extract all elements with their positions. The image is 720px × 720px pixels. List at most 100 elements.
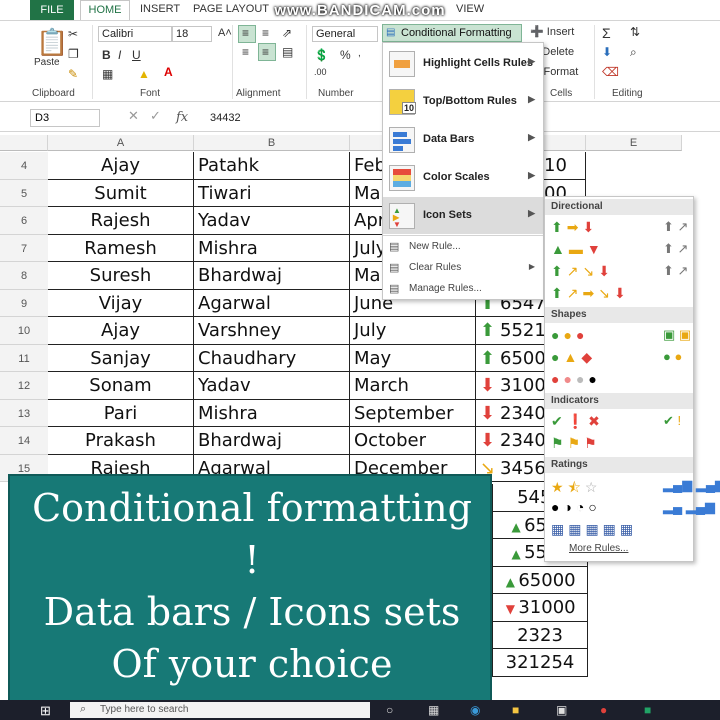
- font-size-select[interactable]: 18: [172, 26, 212, 42]
- cell-b[interactable]: Patahk: [194, 152, 350, 180]
- italic-icon[interactable]: I: [118, 48, 121, 62]
- font-name-select[interactable]: Calibri: [98, 26, 172, 42]
- cell-a[interactable]: Prakash: [48, 427, 194, 455]
- task-view-icon[interactable]: ○: [386, 703, 393, 717]
- cell-d-lower[interactable]: ▲ 65000: [492, 566, 588, 594]
- cell-a[interactable]: Ramesh: [48, 234, 194, 262]
- icon-set-5-boxes[interactable]: ▦▦▦▦▦: [551, 521, 637, 538]
- cut-icon[interactable]: ✂: [68, 27, 78, 41]
- autosum-icon[interactable]: Σ: [602, 25, 611, 41]
- icon-set-5-gray-arrows[interactable]: ⬆ ↗: [663, 263, 688, 279]
- align-center-icon[interactable]: ≡: [262, 45, 269, 59]
- tab-insert[interactable]: INSERT: [140, 3, 180, 15]
- cell-b[interactable]: Yadav: [194, 372, 350, 400]
- fill-color-icon[interactable]: ▲: [138, 67, 150, 81]
- cell-a[interactable]: Rajesh: [48, 207, 194, 235]
- cell-a[interactable]: Sumit: [48, 179, 194, 207]
- currency-icon[interactable]: 💲: [314, 48, 329, 62]
- cell-a[interactable]: Sanjay: [48, 344, 194, 372]
- cell-c[interactable]: March: [350, 372, 476, 400]
- insert-cells-button[interactable]: ➕ Insert: [530, 25, 574, 38]
- copy-icon[interactable]: ❐: [68, 47, 79, 61]
- icon-set-red-to-black[interactable]: ●●●●: [551, 371, 601, 387]
- cell-b[interactable]: Tiwari: [194, 179, 350, 207]
- cancel-icon[interactable]: ✕: [128, 108, 139, 124]
- widgets-icon[interactable]: ▦: [428, 703, 439, 717]
- column-header-e[interactable]: E: [586, 135, 682, 151]
- cell-b[interactable]: Yadav: [194, 207, 350, 235]
- excel-taskbar-icon[interactable]: ■: [644, 703, 651, 717]
- paste-button[interactable]: Paste: [34, 57, 60, 68]
- icon-set-3-stars[interactable]: ★⯪☆: [551, 477, 601, 501]
- increase-decimal-icon[interactable]: .00: [314, 67, 327, 77]
- conditional-formatting-button[interactable]: ▤ Conditional Formatting ▾: [382, 24, 522, 50]
- cell-d-partial[interactable]: 10: [540, 152, 586, 180]
- clear-icon[interactable]: ⌫: [602, 65, 619, 79]
- icon-set-traffic-lights-rimmed[interactable]: ▣ ▣: [663, 327, 691, 343]
- icon-set-3-gray-arrows[interactable]: ⬆ ↗: [663, 219, 688, 235]
- menu-color-scales[interactable]: Color Scales ▶: [383, 159, 543, 196]
- fill-icon[interactable]: ⬇: [602, 45, 612, 59]
- column-header-b[interactable]: B: [194, 135, 350, 151]
- row-header[interactable]: 13: [0, 399, 48, 427]
- cell-a[interactable]: Vijay: [48, 289, 194, 317]
- menu-highlight-cells-rules[interactable]: Highlight Cells Rules ▶: [383, 45, 543, 82]
- font-color-icon[interactable]: A: [164, 65, 173, 79]
- icon-set-4-gray-arrows[interactable]: ⬆ ↗: [663, 241, 688, 257]
- app-icon[interactable]: ●: [600, 703, 607, 717]
- icon-set-5-ratings[interactable]: ▂▄ ▂▄▆: [663, 499, 715, 515]
- find-icon[interactable]: ⌕: [630, 45, 637, 60]
- icon-set-3-signs[interactable]: ●▲◆: [551, 349, 596, 366]
- cell-c[interactable]: September: [350, 399, 476, 427]
- column-header-a[interactable]: A: [48, 135, 194, 151]
- row-header[interactable]: 8: [0, 262, 48, 290]
- name-box[interactable]: D3: [30, 109, 100, 127]
- cell-c[interactable]: October: [350, 427, 476, 455]
- formula-input[interactable]: 34432: [210, 112, 241, 124]
- menu-icon-sets[interactable]: ▲ ▶ ▼ Icon Sets ▶: [383, 197, 543, 234]
- percent-icon[interactable]: %: [340, 48, 351, 62]
- cell-b[interactable]: Bhardwaj: [194, 262, 350, 290]
- icon-set-3-symbols[interactable]: ✔ !: [663, 413, 681, 429]
- row-header[interactable]: 9: [0, 289, 48, 317]
- borders-icon[interactable]: ▦: [102, 67, 113, 81]
- insert-function-icon[interactable]: fx: [176, 110, 188, 125]
- file-explorer-icon[interactable]: ■: [512, 703, 519, 717]
- enter-icon[interactable]: ✓: [150, 108, 161, 124]
- sort-filter-icon[interactable]: ⇅: [630, 25, 640, 39]
- cell-a[interactable]: Sonam: [48, 372, 194, 400]
- cell-b[interactable]: Chaudhary: [194, 344, 350, 372]
- align-middle-icon[interactable]: ≡: [262, 26, 269, 40]
- icon-set-3-symbols-circled[interactable]: ✔❗✖: [551, 413, 604, 430]
- menu-clear-rules[interactable]: ▤ Clear Rules ▶: [383, 258, 543, 278]
- taskbar-search[interactable]: ⌕ Type here to search: [70, 702, 370, 718]
- cell-a[interactable]: Ajay: [48, 152, 194, 180]
- row-header[interactable]: 11: [0, 344, 48, 372]
- menu-top-bottom-rules[interactable]: 10 Top/Bottom Rules ▶: [383, 83, 543, 120]
- row-header[interactable]: 4: [0, 152, 48, 180]
- row-header[interactable]: 7: [0, 234, 48, 262]
- cell-d-lower[interactable]: 2323: [492, 621, 588, 649]
- cell-b[interactable]: Varshney: [194, 317, 350, 345]
- underline-icon[interactable]: U: [132, 48, 141, 62]
- cell-a[interactable]: Suresh: [48, 262, 194, 290]
- align-top-icon[interactable]: ≡: [242, 26, 249, 40]
- cell-a[interactable]: Ajay: [48, 317, 194, 345]
- cell-a[interactable]: Pari: [48, 399, 194, 427]
- edge-icon[interactable]: ◉: [470, 703, 480, 717]
- row-header[interactable]: 5: [0, 179, 48, 207]
- icon-set-3-traffic-lights[interactable]: ●●●: [551, 327, 588, 343]
- row-header[interactable]: 10: [0, 317, 48, 345]
- comma-icon[interactable]: ,: [358, 48, 361, 59]
- store-icon[interactable]: ▣: [556, 703, 567, 717]
- bold-icon[interactable]: B: [102, 48, 111, 62]
- icon-set-3-triangles[interactable]: ▲▬▼: [551, 241, 605, 257]
- icon-set-5-arrows[interactable]: ⬆↗➡↘⬇: [551, 285, 630, 302]
- icon-set-3-arrows[interactable]: ⬆➡⬇: [551, 219, 598, 236]
- menu-manage-rules[interactable]: ▤ Manage Rules...: [383, 279, 543, 299]
- merge-icon[interactable]: ▤: [282, 45, 293, 59]
- cell-d-lower[interactable]: 321254: [492, 649, 588, 677]
- cell-d-lower[interactable]: ▼ 31000: [492, 594, 588, 622]
- more-rules-link[interactable]: More Rules...: [569, 543, 628, 554]
- orientation-icon[interactable]: ⇗: [282, 26, 292, 40]
